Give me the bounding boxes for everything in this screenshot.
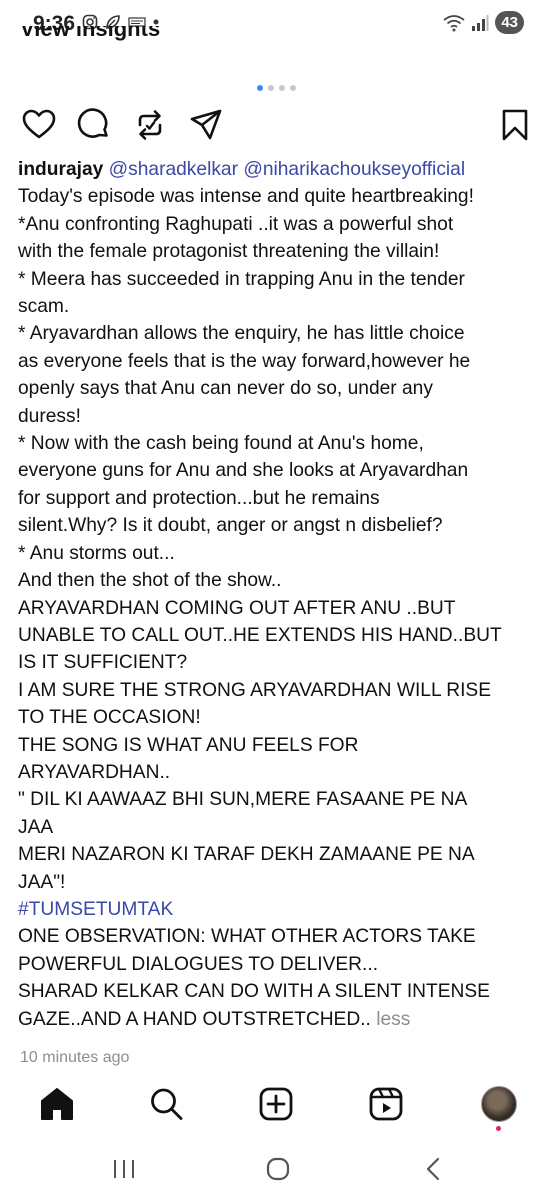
reels-icon[interactable] (369, 1086, 403, 1122)
hashtag-link[interactable]: #TUMSETUMTAK (18, 896, 538, 923)
post-timestamp: 10 minutes ago (20, 1049, 130, 1066)
caption-line: SHARAD KELKAR CAN DO WITH A SILENT INTEN… (18, 981, 490, 1003)
caption-line: duress! (18, 405, 81, 427)
caption-line: * Anu storms out... (18, 542, 175, 564)
post-username[interactable]: indurajay (18, 159, 103, 180)
battery-indicator: 43 (495, 11, 524, 34)
view-insights-link[interactable]: View insights (20, 26, 160, 48)
more-notifications-icon (153, 19, 159, 25)
wifi-icon (443, 14, 465, 31)
caption-line: * Aryavardhan allows the enquiry, he has… (18, 323, 465, 345)
status-system-icons: 43 (443, 11, 524, 34)
caption-line: Today's episode was intense and quite he… (18, 186, 474, 208)
caption-line: as everyone feels that is the way forwar… (18, 350, 471, 372)
repost-icon[interactable] (134, 108, 166, 142)
less-button[interactable]: less (376, 1009, 410, 1030)
mention-link[interactable]: @sharadkelkar (109, 159, 238, 180)
profile-tab[interactable] (481, 1086, 517, 1131)
home-icon[interactable] (40, 1086, 74, 1122)
caption-line: ARYAVARDHAN COMING OUT AFTER ANU ..BUT (18, 597, 456, 619)
caption-line: *Anu confronting Raghupati ..it was a po… (18, 213, 454, 235)
caption-line: openly says that Anu can never do so, un… (18, 378, 433, 400)
home-button-icon[interactable] (266, 1157, 290, 1181)
caption-line: with the female protagonist threatening … (18, 241, 440, 263)
signal-icon (472, 14, 489, 31)
carousel-dot (268, 85, 274, 91)
carousel-dot-active (257, 85, 263, 91)
caption-line: I AM SURE THE STRONG ARYAVARDHAN WILL RI… (18, 679, 492, 701)
carousel-dots (257, 85, 296, 91)
caption-header-line: indurajay @sharadkelkar @niharikachoukse… (18, 156, 538, 183)
post-actions (0, 108, 554, 148)
caption-last-line: GAZE..AND A HAND OUTSTRETCHED.. less (18, 1006, 538, 1033)
caption-line: TO THE OCCASION! (18, 707, 201, 729)
search-icon[interactable] (149, 1086, 183, 1122)
caption-line: silent.Why? Is it doubt, anger or angst … (18, 515, 443, 537)
bottom-nav (0, 1082, 554, 1131)
notification-dot (496, 1126, 501, 1131)
caption-line: JAA"! (18, 871, 66, 893)
caption-line: for support and protection...but he rema… (18, 487, 380, 509)
caption-line: everyone guns for Anu and she looks at A… (18, 460, 469, 482)
caption-line: scam. (18, 296, 70, 318)
bookmark-icon[interactable] (500, 108, 530, 142)
caption-line: * Now with the cash being found at Anu's… (18, 433, 424, 455)
caption-line: POWERFUL DIALOGUES TO DELIVER... (18, 953, 379, 975)
carousel-dot (279, 85, 285, 91)
share-icon[interactable] (189, 108, 223, 142)
caption-line: JAA (18, 816, 54, 838)
caption-line: ARYAVARDHAN.. (18, 761, 171, 783)
caption-line: And then the shot of the show.. (18, 570, 282, 592)
recent-apps-icon[interactable] (112, 1158, 136, 1180)
caption-line: THE SONG IS WHAT ANU FEELS FOR (18, 734, 359, 756)
caption-line: GAZE..AND A HAND OUTSTRETCHED.. (18, 1008, 371, 1030)
system-navigation-bar (0, 1150, 554, 1190)
caption-line: MERI NAZARON KI TARAF DEKH ZAMAANE PE NA (18, 844, 475, 866)
heart-icon[interactable] (22, 108, 56, 142)
caption-line: " DIL KI AAWAAZ BHI SUN,MERE FASAANE PE … (18, 789, 468, 811)
caption-line: ONE OBSERVATION: WHAT OTHER ACTORS TAKE (18, 926, 476, 948)
post-caption: indurajay @sharadkelkar @niharikachoukse… (18, 156, 538, 1033)
carousel-dot (290, 85, 296, 91)
caption-line: * Meera has succeeded in trapping Anu in… (18, 268, 465, 290)
comment-icon[interactable] (77, 108, 111, 142)
back-icon[interactable] (424, 1157, 442, 1181)
mention-link[interactable]: @niharikachoukseyofficial (243, 159, 465, 180)
avatar[interactable] (481, 1086, 517, 1122)
create-post-icon[interactable] (259, 1086, 293, 1122)
caption-line: UNABLE TO CALL OUT..HE EXTENDS HIS HAND.… (18, 624, 502, 646)
caption-line: IS IT SUFFICIENT? (18, 652, 188, 674)
